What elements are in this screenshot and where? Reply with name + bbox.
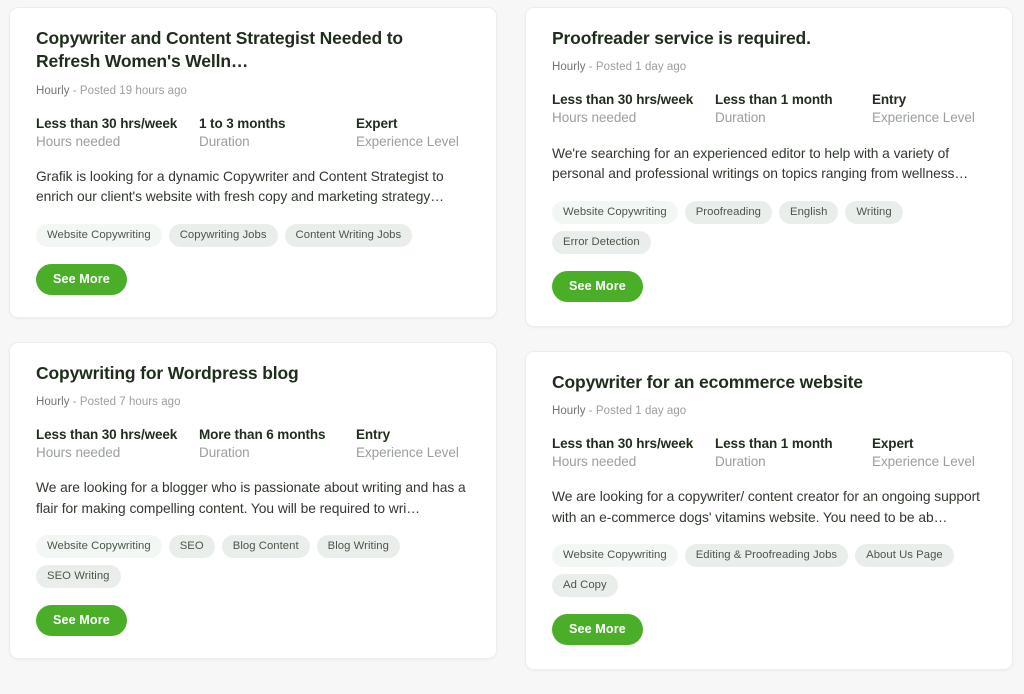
job-description: We're searching for an experienced edito… <box>552 145 969 182</box>
job-title: Copywriting for Wordpress blog <box>36 362 299 383</box>
job-stat: Entry Experience Level <box>872 91 986 127</box>
job-card[interactable]: Proofreader service is required. Hourly -… <box>525 7 1013 327</box>
job-tag-row: Website Copywriting SEO Blog Content Blog W… <box>36 535 470 589</box>
job-posted-time: - Posted 1 day ago <box>588 61 687 74</box>
job-meta: Hourly - Posted 19 hours ago <box>36 85 470 97</box>
job-tag[interactable]: Editing & Proofreading Jobs <box>684 544 849 568</box>
stat-experience-value: Entry <box>356 427 391 443</box>
job-tag[interactable]: Proofreading <box>684 200 773 224</box>
job-payment-type: Hourly <box>552 61 586 74</box>
stat-duration-value: Less than 1 month <box>715 435 833 451</box>
job-card[interactable]: Copywriting for Wordpress blog Hourly - P… <box>9 341 497 660</box>
stat-hours-value: Less than 30 hrs/week <box>552 435 694 451</box>
stat-experience-label: Experience Level <box>872 110 975 126</box>
job-card[interactable]: Copywriter and Content Strategist Needed… <box>9 7 497 318</box>
stat-duration-label: Duration <box>715 110 766 126</box>
job-payment-type: Hourly <box>36 84 70 97</box>
job-stat: Expert Experience Level <box>872 435 986 471</box>
job-stat: Less than 30 hrs/week Hours needed <box>36 426 199 462</box>
see-more-button[interactable]: See More <box>36 605 127 637</box>
stat-hours-label: Hours needed <box>36 445 121 461</box>
stat-experience-label: Experience Level <box>872 454 975 469</box>
job-stat: Expert Experience Level <box>356 115 470 151</box>
stat-duration-value: More than 6 months <box>199 427 326 443</box>
job-tag[interactable]: Copywriting Jobs <box>168 223 278 247</box>
job-stat: Less than 30 hrs/week Hours needed <box>552 91 715 127</box>
stat-duration-label: Duration <box>199 445 250 461</box>
job-card[interactable]: Copywriter for an ecommerce website Hourl… <box>525 350 1013 671</box>
job-stats-row: Less than 30 hrs/week Hours needed 1 to 3 … <box>36 115 470 151</box>
job-meta: Hourly - Posted 7 hours ago <box>36 396 470 408</box>
job-tag[interactable]: Blog Content <box>221 535 310 559</box>
stat-experience-label: Experience Level <box>356 133 459 149</box>
job-payment-type: Hourly <box>552 404 586 417</box>
job-tag[interactable]: Website Copywriting <box>552 200 678 224</box>
job-tag-row: Website Copywriting Editing & Proofreadin… <box>552 544 986 598</box>
stat-duration-label: Duration <box>199 133 250 149</box>
stat-experience-value: Entry <box>872 92 907 108</box>
job-title: Copywriter for an ecommerce website <box>552 371 863 392</box>
job-meta: Hourly - Posted 1 day ago <box>552 61 986 73</box>
job-description: Grafik is looking for a dynamic Copywrit… <box>36 168 445 205</box>
stat-hours-value: Less than 30 hrs/week <box>552 92 694 108</box>
job-tag-row: Website Copywriting Copywriting Jobs Conte… <box>36 223 470 247</box>
job-title: Proofreader service is required. <box>552 28 811 48</box>
see-more-button[interactable]: See More <box>552 270 643 302</box>
job-posted-time: - Posted 19 hours ago <box>72 84 187 97</box>
job-stat: 1 to 3 months Duration <box>199 115 356 151</box>
job-tag[interactable]: Error Detection <box>552 230 651 254</box>
job-tag[interactable]: English <box>779 200 839 224</box>
job-stats-row: Less than 30 hrs/week Hours needed Less th… <box>552 435 986 471</box>
stat-duration-value: 1 to 3 months <box>199 115 286 131</box>
stat-hours-value: Less than 30 hrs/week <box>36 115 178 131</box>
job-tag[interactable]: SEO Writing <box>36 565 121 589</box>
job-posted-time: - Posted 7 hours ago <box>72 396 181 409</box>
job-stat: Less than 30 hrs/week Hours needed <box>552 435 715 471</box>
job-tag[interactable]: About Us Page <box>855 544 954 568</box>
job-tag[interactable]: Website Copywriting <box>36 223 162 247</box>
job-tag[interactable]: SEO <box>168 535 215 559</box>
job-stat: Entry Experience Level <box>356 426 470 462</box>
job-description: We are looking for a copywriter/ content… <box>552 489 980 525</box>
job-meta: Hourly - Posted 1 day ago <box>552 405 986 417</box>
job-stat: More than 6 months Duration <box>199 426 356 462</box>
stat-experience-value: Expert <box>356 115 398 131</box>
job-posted-time: - Posted 1 day ago <box>588 404 687 417</box>
see-more-button[interactable]: See More <box>36 263 127 295</box>
job-tag[interactable]: Website Copywriting <box>552 544 678 568</box>
job-tag[interactable]: Blog Writing <box>316 535 400 559</box>
stat-hours-label: Hours needed <box>552 454 637 469</box>
job-tag-row: Website Copywriting Proofreading English Wr… <box>552 200 986 254</box>
job-stats-row: Less than 30 hrs/week Hours needed Less th… <box>552 91 986 127</box>
stat-experience-label: Experience Level <box>356 445 459 461</box>
stat-duration-label: Duration <box>715 454 766 469</box>
stat-hours-value: Less than 30 hrs/week <box>36 427 178 443</box>
job-stat: Less than 1 month Duration <box>715 435 872 471</box>
stat-experience-value: Expert <box>872 435 914 451</box>
job-tag[interactable]: Writing <box>845 200 903 224</box>
stat-hours-label: Hours needed <box>552 110 637 126</box>
job-stat: Less than 30 hrs/week Hours needed <box>36 115 199 151</box>
see-more-button[interactable]: See More <box>552 614 643 646</box>
stat-hours-label: Hours needed <box>36 133 121 149</box>
job-stats-row: Less than 30 hrs/week Hours needed More th… <box>36 426 470 462</box>
job-description: We are looking for a blogger who is pass… <box>36 480 466 516</box>
job-title: Copywriter and Content Strategist Needed… <box>36 28 403 72</box>
job-tag[interactable]: Ad Copy <box>552 574 618 598</box>
job-payment-type: Hourly <box>36 396 70 409</box>
job-tag[interactable]: Website Copywriting <box>36 535 162 559</box>
stat-duration-value: Less than 1 month <box>715 92 833 108</box>
job-listings-board: Copywriter and Content Strategist Needed… <box>0 0 1024 671</box>
job-column-left: Copywriter and Content Strategist Needed… <box>9 0 497 683</box>
job-column-right: Proofreader service is required. Hourly -… <box>525 0 1013 694</box>
job-stat: Less than 1 month Duration <box>715 91 872 127</box>
job-tag[interactable]: Content Writing Jobs <box>284 223 413 247</box>
